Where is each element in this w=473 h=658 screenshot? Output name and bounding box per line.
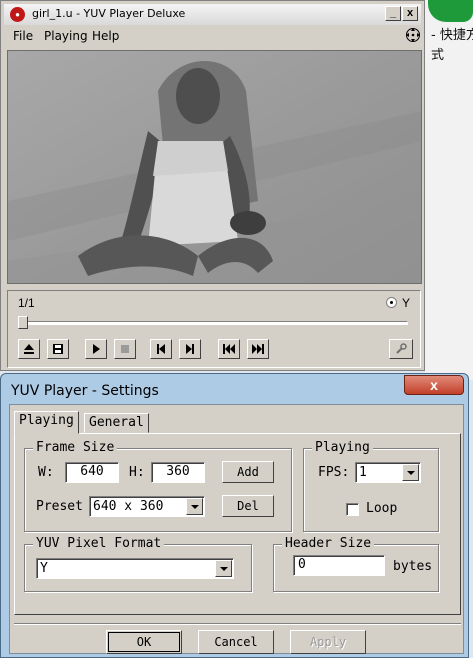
skip-end-icon <box>252 344 264 354</box>
chevron-down-icon[interactable] <box>215 560 232 577</box>
minimize-button[interactable]: _ <box>385 6 401 21</box>
move-arrows-icon[interactable] <box>405 27 421 43</box>
add-preset-button[interactable]: Add <box>222 461 274 483</box>
chevron-down-icon[interactable] <box>402 464 419 481</box>
prev-frame-button[interactable] <box>150 339 172 359</box>
video-image <box>8 51 421 283</box>
pixel-format-group: YUV Pixel Format Y <box>24 536 252 592</box>
pixel-format-title: YUV Pixel Format <box>33 536 165 552</box>
channel-y-radio[interactable] <box>386 297 397 308</box>
header-size-group: Header Size 0 bytes <box>273 536 439 592</box>
height-input[interactable]: 360 <box>151 462 205 483</box>
preset-label: Preset <box>36 499 83 514</box>
pixel-format-value: Y <box>40 561 48 576</box>
play-button[interactable] <box>85 339 107 359</box>
width-label: W: <box>38 465 54 480</box>
settings-wrench-icon <box>396 343 407 354</box>
pixel-format-select[interactable]: Y <box>36 558 234 579</box>
skip-start-button[interactable] <box>218 339 240 359</box>
playing-group-title: Playing <box>312 440 373 456</box>
next-frame-icon <box>186 344 194 354</box>
settings-button[interactable] <box>389 339 413 359</box>
delete-preset-button[interactable]: Del <box>222 495 274 517</box>
menu-help[interactable]: Help <box>92 29 119 43</box>
loop-label[interactable]: Loop <box>366 501 397 517</box>
tab-general[interactable]: General <box>84 413 149 433</box>
fps-select[interactable]: 1 <box>355 462 421 483</box>
frame-size-title: Frame Size <box>33 440 118 456</box>
playing-group: Playing FPS: 1 Loop <box>303 440 439 532</box>
fps-value: 1 <box>359 465 367 480</box>
header-size-input[interactable]: 0 <box>293 555 385 576</box>
stop-icon <box>121 345 129 353</box>
eject-icon <box>24 344 34 354</box>
frame-size-group: Frame Size W: 640 H: 360 Add Preset 640 … <box>24 440 292 532</box>
save-icon <box>53 344 63 354</box>
chevron-down-icon[interactable] <box>186 498 203 515</box>
header-size-title: Header Size <box>282 536 375 552</box>
stop-button[interactable] <box>114 339 136 359</box>
skip-start-icon <box>223 344 235 354</box>
close-button[interactable]: x <box>402 6 418 21</box>
play-icon <box>93 344 100 354</box>
prev-frame-icon <box>157 344 165 354</box>
preset-select[interactable]: 640 x 360 <box>89 496 205 517</box>
settings-dialog: YUV Player - Settings x Playing General … <box>0 373 469 658</box>
desktop-logo <box>428 0 473 22</box>
channel-y-label: Y <box>402 296 411 310</box>
width-input[interactable]: 640 <box>65 462 119 483</box>
loop-checkbox[interactable] <box>346 503 359 516</box>
seek-slider[interactable] <box>20 321 408 325</box>
desktop-shortcut-label: - 快捷方 式 <box>431 28 473 63</box>
next-frame-button[interactable] <box>179 339 201 359</box>
player-titlebar[interactable]: ● girl_1.u - YUV Player Deluxe _ x <box>4 4 421 25</box>
preset-value: 640 x 360 <box>93 499 164 514</box>
header-size-unit: bytes <box>393 559 433 574</box>
player-window: ● girl_1.u - YUV Player Deluxe _ x File … <box>0 0 425 371</box>
playback-controls: 1/1 Y <box>7 290 421 368</box>
menu-file[interactable]: File <box>13 29 33 43</box>
record-icon: ● <box>10 7 25 22</box>
ok-button[interactable]: OK <box>106 630 182 654</box>
tab-playing[interactable]: Playing <box>14 411 79 434</box>
cancel-button[interactable]: Cancel <box>198 630 274 654</box>
window-title: girl_1.u - YUV Player Deluxe <box>32 7 186 20</box>
frame-counter: 1/1 <box>18 296 35 310</box>
seek-slider-thumb[interactable] <box>18 316 28 329</box>
height-label: H: <box>129 465 145 480</box>
dialog-title: YUV Player - Settings <box>11 383 159 399</box>
fps-label: FPS: <box>318 465 350 480</box>
video-frame <box>7 50 422 284</box>
dialog-close-button[interactable]: x <box>404 375 464 395</box>
menu-bar: File Playing Help <box>4 26 421 46</box>
dialog-body: Playing General Frame Size W: 640 H: 360… <box>9 404 464 654</box>
menu-playing[interactable]: Playing <box>44 29 88 43</box>
apply-button[interactable]: Apply <box>290 630 366 654</box>
playing-tab-panel: Frame Size W: 640 H: 360 Add Preset 640 … <box>14 433 461 615</box>
save-button[interactable] <box>47 339 69 359</box>
skip-end-button[interactable] <box>247 339 269 359</box>
dialog-separator <box>14 623 461 625</box>
eject-button[interactable] <box>18 339 40 359</box>
